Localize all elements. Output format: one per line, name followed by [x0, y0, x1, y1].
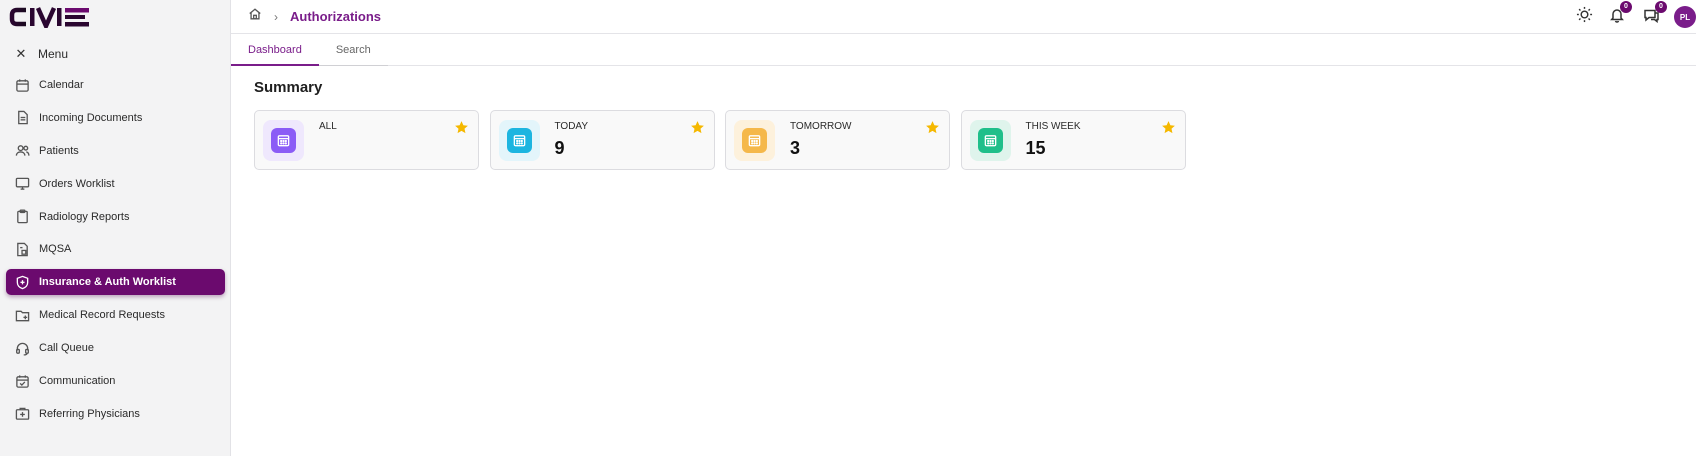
notifications-badge: 0: [1620, 0, 1632, 13]
card-count: 9: [554, 138, 565, 158]
summary-card-this-week[interactable]: THIS WEEK 15: [960, 110, 1186, 170]
card-count: 3: [790, 138, 801, 158]
messages-button[interactable]: 0: [1643, 0, 1667, 28]
sidebar-item-medical-record-requests[interactable]: Medical Record Requests: [6, 302, 225, 328]
medical-case-icon: [14, 406, 30, 422]
civie-logo[interactable]: [9, 6, 91, 28]
sidebar-item-calendar[interactable]: Calendar: [6, 72, 225, 98]
star-icon[interactable]: [690, 120, 705, 140]
sidebar-item-insurance-auth-worklist[interactable]: Insurance & Auth Worklist: [6, 269, 225, 296]
card-icon-box: [969, 120, 1011, 161]
headset-icon: [14, 340, 30, 356]
shield-icon: [14, 274, 30, 290]
sidebar-item-incoming-documents[interactable]: Incoming Documents: [6, 105, 225, 131]
clipboard-icon: [14, 209, 30, 225]
card-label: TODAY: [554, 121, 589, 132]
monitor-icon: [14, 176, 30, 192]
sidebar: ✕ Menu Calendar Incoming Documents Patie…: [0, 0, 231, 456]
sidebar-nav: Calendar Incoming Documents Patients Ord…: [6, 72, 225, 434]
menu-toggle[interactable]: ✕ Menu: [14, 46, 68, 62]
card-icon-box: [498, 120, 540, 161]
close-icon: ✕: [15, 46, 27, 61]
users-icon: [14, 143, 30, 159]
calendar-icon: [977, 128, 1003, 153]
sidebar-item-label: Patients: [39, 144, 79, 157]
menu-label: Menu: [38, 47, 69, 61]
sidebar-item-label: MQSA: [39, 243, 72, 256]
summary-title: Summary: [254, 79, 323, 96]
summary-card-all[interactable]: ALL: [254, 110, 479, 170]
theme-toggle-button[interactable]: [1576, 6, 1593, 28]
notifications-button[interactable]: 0: [1609, 0, 1632, 28]
calendar-icon: [14, 77, 30, 93]
sidebar-item-label: Radiology Reports: [39, 210, 130, 223]
calendar-icon: [271, 128, 296, 153]
home-icon[interactable]: [248, 7, 262, 26]
card-icon-box: [734, 120, 775, 161]
sidebar-item-label: Communication: [39, 375, 116, 388]
sidebar-item-label: Orders Worklist: [39, 177, 115, 190]
calendar-icon: [742, 128, 767, 153]
calendar-icon: [506, 128, 532, 153]
document-icon: [14, 110, 30, 126]
sidebar-item-label: Insurance & Auth Worklist: [39, 276, 176, 289]
sidebar-item-label: Referring Physicians: [39, 407, 140, 420]
star-icon[interactable]: [1161, 120, 1176, 140]
summary-card-tomorrow[interactable]: TOMORROW 3: [725, 110, 950, 170]
sidebar-item-referring-physicians[interactable]: Referring Physicians: [6, 401, 225, 427]
sidebar-item-patients[interactable]: Patients: [6, 138, 225, 164]
sidebar-item-mqsa[interactable]: MQSA: [6, 236, 225, 262]
tab-bar: Dashboard Search: [231, 35, 1696, 66]
card-label: TOMORROW: [790, 121, 852, 132]
sidebar-item-label: Call Queue: [39, 342, 95, 355]
tab-dashboard[interactable]: Dashboard: [231, 35, 319, 66]
sidebar-item-call-queue[interactable]: Call Queue: [6, 335, 225, 361]
sidebar-item-label: Calendar: [39, 79, 84, 91]
avatar[interactable]: PL: [1674, 6, 1696, 28]
summary-card-today[interactable]: TODAY 9: [489, 110, 715, 170]
chevron-right-icon: ›: [274, 9, 278, 24]
card-label: ALL: [319, 121, 337, 132]
card-icon-box: [263, 120, 304, 161]
card-label: THIS WEEK: [1025, 121, 1081, 132]
card-count: 15: [1025, 138, 1046, 158]
star-icon[interactable]: [925, 120, 940, 140]
sidebar-item-label: Medical Record Requests: [39, 309, 165, 322]
sidebar-item-radiology-reports[interactable]: Radiology Reports: [6, 204, 225, 230]
messages-badge: 0: [1655, 0, 1667, 13]
sun-icon: [1576, 6, 1593, 28]
page-title: Authorizations: [290, 9, 381, 24]
summary-cards: ALL TODAY 9 TOMORROW 3 THIS WEEK 15: [254, 110, 1196, 170]
top-actions: 0 0 PL: [1576, 0, 1696, 34]
tab-search[interactable]: Search: [318, 35, 388, 66]
sidebar-item-communication[interactable]: Communication: [6, 368, 225, 394]
star-icon[interactable]: [454, 120, 469, 140]
breadcrumb: › Authorizations: [248, 7, 381, 26]
calendar-check-icon: [14, 373, 30, 389]
sidebar-item-orders-worklist[interactable]: Orders Worklist: [6, 171, 225, 197]
app-root: ✕ Menu Calendar Incoming Documents Patie…: [0, 0, 1696, 456]
file-icon: [14, 241, 30, 257]
top-bar: › Authorizations 0 0 PL: [231, 0, 1696, 34]
folder-plus-icon: [14, 307, 30, 323]
sidebar-item-label: Incoming Documents: [39, 111, 143, 124]
